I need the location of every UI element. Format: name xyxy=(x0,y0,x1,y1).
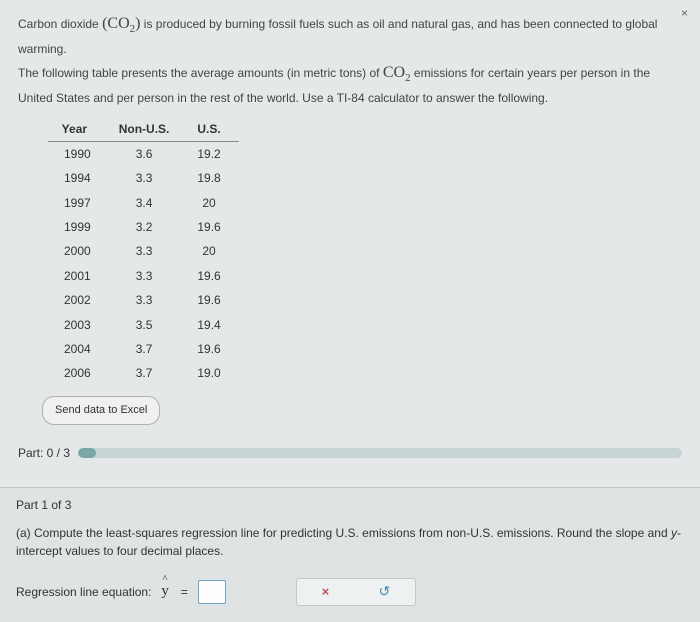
cell-year: 2004 xyxy=(48,337,109,361)
clear-icon[interactable]: × xyxy=(322,584,330,599)
cell-us: 19.6 xyxy=(187,264,238,288)
cell-year: 1990 xyxy=(48,141,109,166)
cell-us: 20 xyxy=(187,239,238,263)
progress-bar xyxy=(78,448,682,458)
cell-nonus: 3.7 xyxy=(109,361,188,385)
data-table: Year Non-U.S. U.S. 19903.619.219943.319.… xyxy=(48,117,239,386)
corner-mark: × xyxy=(681,6,688,20)
cell-year: 2006 xyxy=(48,361,109,385)
col-nonus-header: Non-U.S. xyxy=(109,117,188,142)
cell-us: 19.8 xyxy=(187,166,238,190)
formula-body: CO xyxy=(107,15,129,32)
table-row: 20043.719.6 xyxy=(48,337,239,361)
cell-year: 2002 xyxy=(48,288,109,312)
equals-sign: = xyxy=(181,585,188,599)
col-year-header: Year xyxy=(48,117,109,142)
co2-formula-1: (CO2) xyxy=(102,15,140,32)
cell-us: 20 xyxy=(187,191,238,215)
cell-nonus: 3.4 xyxy=(109,191,188,215)
question-a-text: (a) Compute the least-squares regression… xyxy=(16,524,684,560)
table-row: 20023.319.6 xyxy=(48,288,239,312)
regression-answer-input[interactable] xyxy=(198,580,226,604)
reset-icon[interactable]: ↺ xyxy=(379,583,391,600)
intro-text-2a: The following table presents the average… xyxy=(18,66,383,80)
cell-nonus: 3.3 xyxy=(109,264,188,288)
co2-formula-2: CO2 xyxy=(383,64,411,81)
table-head-row: Year Non-U.S. U.S. xyxy=(48,117,239,142)
table-row: 19903.619.2 xyxy=(48,141,239,166)
q-text-a: (a) Compute the least-squares regression… xyxy=(16,526,671,540)
cell-us: 19.4 xyxy=(187,313,238,337)
col-us-header: U.S. xyxy=(187,117,238,142)
cell-us: 19.6 xyxy=(187,288,238,312)
cell-us: 19.6 xyxy=(187,337,238,361)
table-row: 19993.219.6 xyxy=(48,215,239,239)
table-row: 20033.519.4 xyxy=(48,313,239,337)
progress-fill xyxy=(78,448,96,458)
intro-paragraph-1: Carbon dioxide (CO2) is produced by burn… xyxy=(18,10,682,59)
cell-nonus: 3.6 xyxy=(109,141,188,166)
table-row: 20013.319.6 xyxy=(48,264,239,288)
cell-year: 1994 xyxy=(48,166,109,190)
cell-year: 1997 xyxy=(48,191,109,215)
cell-year: 2001 xyxy=(48,264,109,288)
table-row: 20003.320 xyxy=(48,239,239,263)
formula-body-2: CO xyxy=(383,64,405,81)
cell-us: 19.6 xyxy=(187,215,238,239)
cell-nonus: 3.3 xyxy=(109,239,188,263)
answer-tools: × ↺ xyxy=(296,578,416,606)
cell-nonus: 3.5 xyxy=(109,313,188,337)
cell-nonus: 3.2 xyxy=(109,215,188,239)
cell-year: 1999 xyxy=(48,215,109,239)
send-excel-button[interactable]: Send data to Excel xyxy=(42,396,160,425)
part-1-box: Part 1 of 3 (a) Compute the least-square… xyxy=(0,487,700,622)
table-row: 19973.420 xyxy=(48,191,239,215)
cell-nonus: 3.7 xyxy=(109,337,188,361)
cell-nonus: 3.3 xyxy=(109,288,188,312)
intro-paragraph-2: The following table presents the average… xyxy=(18,59,682,108)
cell-year: 2000 xyxy=(48,239,109,263)
equation-label: Regression line equation: xyxy=(16,585,151,599)
cell-year: 2003 xyxy=(48,313,109,337)
table-row: 19943.319.8 xyxy=(48,166,239,190)
cell-us: 19.2 xyxy=(187,141,238,166)
y-hat-symbol: y xyxy=(161,583,171,600)
progress-label: Part: 0 / 3 xyxy=(18,443,70,463)
table-row: 20063.719.0 xyxy=(48,361,239,385)
part-1-title: Part 1 of 3 xyxy=(16,498,684,512)
cell-nonus: 3.3 xyxy=(109,166,188,190)
cell-us: 19.0 xyxy=(187,361,238,385)
intro-text-1a: Carbon dioxide xyxy=(18,17,102,31)
